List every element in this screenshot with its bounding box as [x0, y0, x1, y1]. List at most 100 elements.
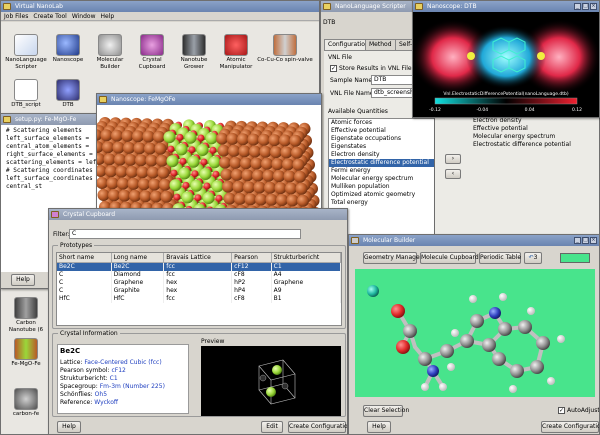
fe-atom	[111, 129, 123, 142]
create-configuration-button[interactable]: Create Configuration	[288, 421, 347, 433]
menu-window[interactable]: Window	[72, 12, 96, 20]
chosen-quantity-item[interactable]: Electrostatic difference potential	[471, 141, 599, 149]
crystal-preview[interactable]	[201, 346, 341, 416]
available-quantity-item[interactable]: Eigenstate occupations	[329, 135, 434, 143]
available-quantity-item[interactable]: Total energy	[329, 199, 434, 207]
available-quantity-item[interactable]: Effective potential	[329, 127, 434, 135]
structure-icon	[14, 338, 38, 360]
fe-atom	[237, 133, 249, 146]
chosen-quantity-item[interactable]: Effective potential	[471, 125, 599, 133]
background-color-swatch[interactable]	[560, 253, 590, 263]
clear-selection-button[interactable]: Clear Selection	[363, 405, 409, 417]
chosen-quantities-list[interactable]: Electron density Effective potential Molec…	[471, 117, 599, 177]
geometry-manager-button[interactable]: Geometry Manager	[363, 252, 422, 264]
table-row[interactable]: HfC HfC fcc cF8 B1	[57, 295, 341, 303]
table-cell: HfC	[57, 295, 112, 303]
tab-method[interactable]: Method	[365, 39, 396, 50]
undo-count-button[interactable]: ↶3	[524, 252, 542, 264]
available-quantity-item[interactable]: Optimized atomic geometry	[329, 191, 434, 199]
info-value[interactable]: C1	[110, 375, 118, 382]
close-icon[interactable]: ×	[590, 237, 597, 244]
table-row[interactable]: C Graphene hex hP2 Graphene	[57, 279, 341, 287]
crystal-info-title: Be2C	[60, 347, 81, 355]
close-icon[interactable]: ×	[590, 3, 597, 10]
table-row[interactable]: C Diamond fcc cF8 A4	[57, 271, 341, 279]
add-quantity-button[interactable]: ›	[445, 154, 461, 164]
periodic-table-button[interactable]: Periodic Table	[479, 252, 521, 264]
help-button[interactable]: Help	[57, 421, 81, 433]
remove-quantity-button[interactable]: ‹	[445, 169, 461, 179]
atomic-manipulator-launcher[interactable]: Atomic Manipulator	[215, 34, 257, 71]
menu-create-tool[interactable]: Create Tool	[33, 12, 67, 20]
fe-atom	[247, 133, 260, 146]
spin-valve-launcher[interactable]: Co-Cu-Co spin-valve	[257, 34, 313, 64]
available-quantity-item[interactable]: Electron density	[329, 151, 434, 159]
info-value[interactable]: cF12	[111, 367, 125, 374]
fe-mgo-fe-file[interactable]: Fe-MgO-Fe	[5, 338, 47, 368]
column-header[interactable]: Short name	[57, 253, 112, 263]
minimize-icon[interactable]: _	[574, 237, 581, 244]
window-title: setup.py: Fe-MgO-Fe	[15, 116, 77, 123]
carbon-fe-file[interactable]: carbon-fe	[5, 388, 47, 418]
column-header[interactable]: Strukturbericht	[271, 253, 341, 263]
code-line: left_surface_coordinates	[6, 175, 93, 182]
dtb-script-file[interactable]: DTB_script	[5, 79, 47, 109]
available-quantity-item[interactable]: Eigenstates	[329, 143, 434, 151]
help-button[interactable]: Help	[367, 421, 391, 433]
fe-atom	[259, 145, 272, 158]
info-value[interactable]: Face-Centered Cubic (fcc)	[84, 359, 161, 366]
fe-atom	[268, 134, 281, 147]
crystal-cupboard-titlebar[interactable]: Crystal Cupboard	[49, 209, 347, 220]
fe-atom	[231, 168, 243, 181]
molecule-cupboard-button[interactable]: Molecule Cupboard	[420, 252, 479, 264]
chosen-quantity-item[interactable]: Electron density	[471, 117, 599, 125]
maximize-icon[interactable]: □	[582, 3, 589, 10]
atom-h	[527, 307, 535, 315]
menu-job-files[interactable]: Job Files	[4, 12, 28, 20]
prototypes-table[interactable]: Short name Long name Bravais Lattice Pearso…	[56, 252, 342, 326]
table-row[interactable]: C Graphite hex hP4 A9	[57, 287, 341, 295]
available-quantity-item[interactable]: Electrostatic difference potential	[329, 159, 434, 167]
molecular-builder-launcher[interactable]: Molecular Builder	[89, 34, 131, 71]
carbon-nanotube-file[interactable]: Carbon Nanotube (6	[5, 297, 47, 334]
column-header[interactable]: Pearson	[231, 253, 272, 263]
nanoscope-launcher[interactable]: Nanoscope	[47, 34, 89, 64]
editor-titlebar[interactable]: setup.py: Fe-MgO-Fe	[1, 114, 103, 125]
nanoscope-fe-titlebar[interactable]: Nanoscope: FeMgOFe	[97, 94, 321, 105]
molecular-builder-titlebar[interactable]: Molecular Builder _ □ ×	[349, 235, 599, 246]
help-button[interactable]: Help	[11, 274, 35, 286]
column-header[interactable]: Long name	[111, 253, 165, 263]
nanotube-grower-launcher[interactable]: Nanotube Grower	[173, 34, 215, 71]
available-quantity-item[interactable]: Molecular energy spectrum	[329, 175, 434, 183]
available-quantity-item[interactable]: Atomic forces	[329, 119, 434, 127]
store-results-checkbox[interactable]: ✓	[330, 65, 337, 72]
menu-help[interactable]: Help	[101, 12, 115, 20]
info-value[interactable]: Oh5	[95, 391, 107, 398]
column-header[interactable]: Bravais Lattice	[163, 253, 233, 263]
scripter-launcher[interactable]: NanoLanguage Scripter	[5, 34, 47, 71]
info-value[interactable]: Wyckoff	[94, 399, 118, 406]
chosen-quantity-item[interactable]: Molecular energy spectrum	[471, 133, 599, 141]
table-row[interactable]: Be2C Be2C fcc cF12 C1	[57, 262, 341, 271]
available-quantity-item[interactable]: Mulliken population	[329, 183, 434, 191]
dtb-file[interactable]: DTB	[47, 79, 89, 109]
available-quantity-item[interactable]: Fermi energy	[329, 167, 434, 175]
fe-atom	[279, 134, 291, 147]
atom-c	[418, 352, 432, 366]
create-configuration-button[interactable]: Create Configuration	[541, 421, 599, 433]
table-cell: HfC	[111, 295, 165, 303]
edit-button[interactable]: Edit	[261, 421, 283, 433]
maximize-icon[interactable]: □	[582, 237, 589, 244]
crystal-info-line: Lattice: Face-Centered Cubic (fcc)	[60, 359, 186, 367]
nanoscope-dtb-titlebar[interactable]: Nanoscope: DTB _ □ ×	[413, 1, 599, 12]
fe-atom	[273, 170, 285, 183]
fe-atom	[264, 181, 276, 194]
autoadjust-checkbox[interactable]: ✓	[558, 407, 565, 414]
dtb-potential-view[interactable]: Vnl.ElectrostaticDifferencePotential(nan…	[413, 12, 599, 118]
info-value[interactable]: Fm-3m (Number 225)	[100, 383, 165, 390]
filter-input[interactable]: C	[69, 229, 301, 239]
minimize-icon[interactable]: _	[574, 3, 581, 10]
crystal-cupboard-launcher[interactable]: Crystal Cupboard	[131, 34, 173, 71]
launcher-titlebar[interactable]: Virtual NanoLab	[1, 1, 319, 12]
molecule-canvas[interactable]	[355, 269, 595, 397]
